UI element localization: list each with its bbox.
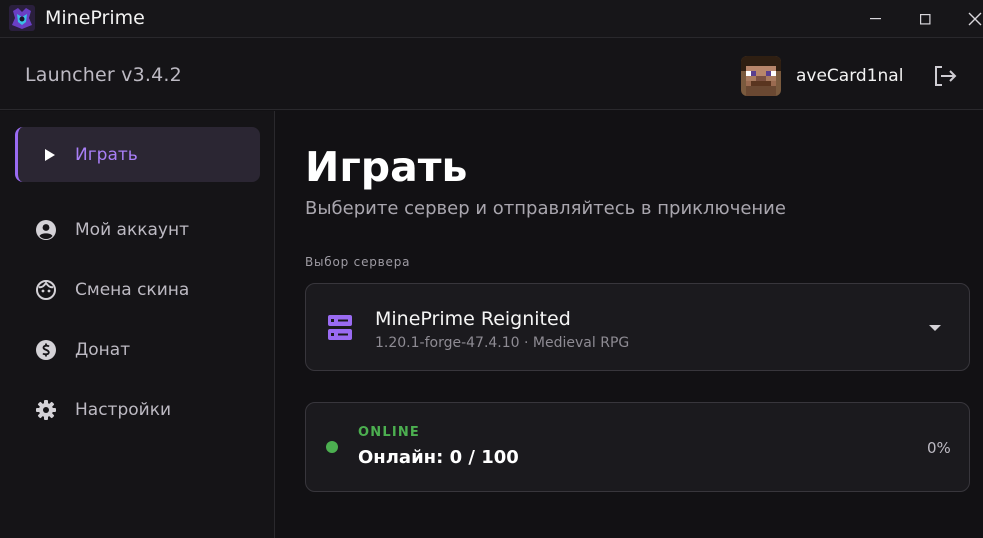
server-section-label: Выбор сервера [305, 255, 411, 269]
server-select[interactable]: MinePrime Reignited 1.20.1-forge-47.4.10… [305, 283, 970, 371]
app-title: MinePrime [45, 7, 145, 29]
close-icon [968, 12, 982, 26]
maximize-icon [920, 14, 931, 25]
avatar[interactable] [741, 56, 781, 96]
online-percent: 0% [927, 439, 951, 457]
server-icon [328, 315, 352, 340]
sidebar-item-label: Донат [75, 340, 131, 360]
minimize-button[interactable] [853, 0, 899, 38]
header-bar: Launcher v3.4.2 aveCard1nal [0, 38, 983, 110]
main-content: Играть Выберите сервер и отправляйтесь в… [276, 111, 983, 538]
sidebar-item-label: Играть [75, 145, 138, 165]
status-dot [326, 441, 338, 453]
sidebar-item-account[interactable]: Мой аккаунт [15, 202, 260, 257]
online-count: Онлайн: 0 / 100 [358, 447, 519, 468]
sidebar: Играть Мой аккаунт Смена скина Донат Нас… [0, 111, 275, 538]
sidebar-item-label: Настройки [75, 400, 172, 420]
dollar-icon [36, 340, 56, 360]
logout-icon[interactable] [931, 63, 959, 89]
app-logo-icon [9, 5, 35, 31]
page-subtitle: Выберите сервер и отправляйтесь в приклю… [305, 198, 786, 219]
status-badge: ONLINE [358, 425, 421, 440]
maximize-button[interactable] [901, 0, 947, 38]
server-name: MinePrime Reignited [375, 308, 571, 330]
sidebar-item-label: Смена скина [75, 280, 190, 300]
launcher-version: Launcher v3.4.2 [25, 64, 182, 86]
sidebar-item-settings[interactable]: Настройки [15, 382, 260, 437]
close-button[interactable] [950, 0, 983, 38]
account-icon [36, 220, 56, 240]
minimize-icon [870, 18, 881, 20]
gear-icon [36, 400, 56, 420]
sidebar-item-skin[interactable]: Смена скина [15, 262, 260, 317]
play-icon [45, 149, 55, 161]
sidebar-item-donate[interactable]: Донат [15, 322, 260, 377]
chevron-down-icon [929, 325, 941, 331]
username[interactable]: aveCard1nal [796, 66, 903, 86]
server-status-card: ONLINE Онлайн: 0 / 100 0% [305, 402, 970, 492]
sidebar-item-play[interactable]: Играть [15, 127, 260, 182]
skin-icon [36, 280, 56, 300]
sidebar-item-label: Мой аккаунт [75, 220, 189, 240]
server-meta: 1.20.1-forge-47.4.10 · Medieval RPG [375, 335, 630, 351]
title-bar: MinePrime [0, 0, 983, 38]
page-title: Играть [305, 143, 468, 191]
